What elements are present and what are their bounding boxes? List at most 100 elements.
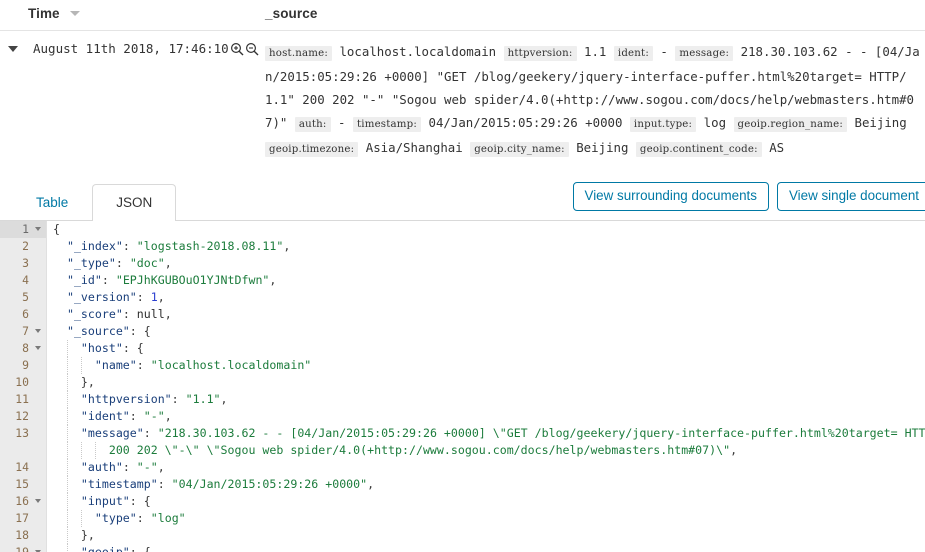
source-field-label: geoip.region_name: xyxy=(734,117,848,132)
code-line: "host": { xyxy=(53,340,925,357)
source-field-label: auth: xyxy=(295,117,331,132)
gutter-line[interactable]: 18 xyxy=(0,527,46,544)
gutter-line[interactable]: 8 xyxy=(0,340,46,357)
time-cell: August 11th 2018, 17:46:10 xyxy=(28,40,265,58)
indent xyxy=(53,239,67,253)
gutter-line[interactable]: 16 xyxy=(0,493,46,510)
view-surrounding-documents-button[interactable]: View surrounding documents xyxy=(573,182,769,211)
gutter-line[interactable]: 10 xyxy=(0,374,46,391)
token-pun: , xyxy=(165,307,172,321)
source-field-label: ident: xyxy=(614,46,653,61)
document-detail-table: Time _source August 11th 2018, 17:46:10 … xyxy=(0,0,925,161)
indent xyxy=(53,307,67,321)
gutter-line[interactable]: 11 xyxy=(0,391,46,408)
indent-guide xyxy=(67,425,68,442)
indent xyxy=(53,358,95,372)
code-line: "geoip": { xyxy=(53,544,925,552)
gutter-line[interactable]: 3 xyxy=(0,255,46,272)
gutter-line[interactable]: 6 xyxy=(0,306,46,323)
fold-caret-icon[interactable] xyxy=(33,221,42,238)
code-line: "_index": "logstash-2018.08.11", xyxy=(53,238,925,255)
gutter-line[interactable]: 14 xyxy=(0,459,46,476)
line-number: 1 xyxy=(22,221,29,238)
gutter-line[interactable]: 9 xyxy=(0,357,46,374)
token-brc: { xyxy=(137,341,144,355)
source-field-value: localhost.localdomain xyxy=(332,44,504,59)
json-code-area[interactable]: { "_index": "logstash-2018.08.11", "_typ… xyxy=(47,221,925,552)
gutter-line[interactable]: 2 xyxy=(0,238,46,255)
gutter-line[interactable]: 12 xyxy=(0,408,46,425)
token-pun: : xyxy=(130,409,144,423)
token-pun: : xyxy=(102,273,116,287)
gutter-line[interactable]: 1 xyxy=(0,221,46,238)
line-number: 10 xyxy=(15,374,29,391)
indent-guide xyxy=(67,476,68,493)
token-str: "218.30.103.62 - - [04/Jan/2015:05:29:26… xyxy=(158,426,925,440)
magnifier-plus-icon[interactable] xyxy=(230,42,244,56)
time-column-header[interactable]: Time xyxy=(28,5,265,23)
indent-guide xyxy=(67,493,68,510)
gutter-line[interactable]: 7 xyxy=(0,323,46,340)
tab-table[interactable]: Table xyxy=(12,184,92,221)
code-line: "name": "localhost.localdomain" xyxy=(53,357,925,374)
code-line: "ident": "-", xyxy=(53,408,925,425)
expand-row-cell[interactable] xyxy=(0,40,28,52)
fold-caret-icon[interactable] xyxy=(33,493,42,510)
token-k: "_version" xyxy=(67,290,137,304)
token-str: "localhost.localdomain" xyxy=(151,358,312,372)
token-k: "geoip" xyxy=(81,545,130,552)
source-field-label: httpversion: xyxy=(504,46,577,61)
sort-caret-icon[interactable] xyxy=(70,11,80,16)
magnifier-minus-icon[interactable] xyxy=(245,42,259,56)
gutter-line[interactable]: 17 xyxy=(0,510,46,527)
token-str: "-" xyxy=(144,409,165,423)
line-number: 7 xyxy=(22,323,29,340)
token-str: "logstash-2018.08.11" xyxy=(137,239,284,253)
token-brc: { xyxy=(144,324,151,338)
gutter-line[interactable] xyxy=(0,442,46,459)
token-k: "input" xyxy=(81,494,130,508)
indent-guide xyxy=(67,357,68,374)
fold-caret-icon[interactable] xyxy=(33,544,42,552)
source-cell: host.name: localhost.localdomain httpver… xyxy=(265,40,925,161)
token-k: "_id" xyxy=(67,273,102,287)
indent xyxy=(53,511,95,525)
code-line: }, xyxy=(53,527,925,544)
gutter-line[interactable]: 4 xyxy=(0,272,46,289)
source-field-label: geoip.continent_code: xyxy=(636,142,762,157)
tab-json[interactable]: JSON xyxy=(92,184,176,221)
source-field-label: geoip.timezone: xyxy=(265,142,358,157)
token-k: "timestamp" xyxy=(81,477,158,491)
code-line: "_version": 1, xyxy=(53,289,925,306)
line-number: 12 xyxy=(15,408,29,425)
gutter-line[interactable]: 13 xyxy=(0,425,46,442)
caret-down-icon[interactable] xyxy=(8,46,18,52)
line-number: 6 xyxy=(22,306,29,323)
gutter-line[interactable]: 15 xyxy=(0,476,46,493)
line-number: 16 xyxy=(15,493,29,510)
token-pun: , xyxy=(165,409,172,423)
line-number: 11 xyxy=(15,391,29,408)
source-field-label: input.type: xyxy=(630,117,696,132)
code-line: "input": { xyxy=(53,493,925,510)
source-field-value: 04/Jan/2015:05:29:26 +0000 xyxy=(421,115,630,130)
indent-guide xyxy=(67,527,68,544)
indent-guide xyxy=(81,357,82,374)
token-k: "name" xyxy=(95,358,137,372)
indent xyxy=(53,273,67,287)
gutter-line[interactable]: 5 xyxy=(0,289,46,306)
view-single-document-button[interactable]: View single document xyxy=(777,182,925,211)
source-field-label: host.name: xyxy=(265,46,332,61)
fold-caret-icon[interactable] xyxy=(33,323,42,340)
token-pun: , xyxy=(367,477,374,491)
gutter-line[interactable]: 19 xyxy=(0,544,46,552)
source-field-value: Beijing xyxy=(569,140,636,155)
code-line: { xyxy=(53,221,925,238)
token-pun: : xyxy=(123,341,137,355)
line-number-gutter[interactable]: 1234567891011121314151617181920212223 xyxy=(0,221,47,552)
json-viewer[interactable]: 1234567891011121314151617181920212223 { … xyxy=(0,221,925,552)
fold-caret-icon[interactable] xyxy=(33,340,42,357)
indent-guide xyxy=(67,510,68,527)
tab-action-buttons: View surrounding documents View single do… xyxy=(573,182,925,211)
token-pun: , xyxy=(165,256,172,270)
